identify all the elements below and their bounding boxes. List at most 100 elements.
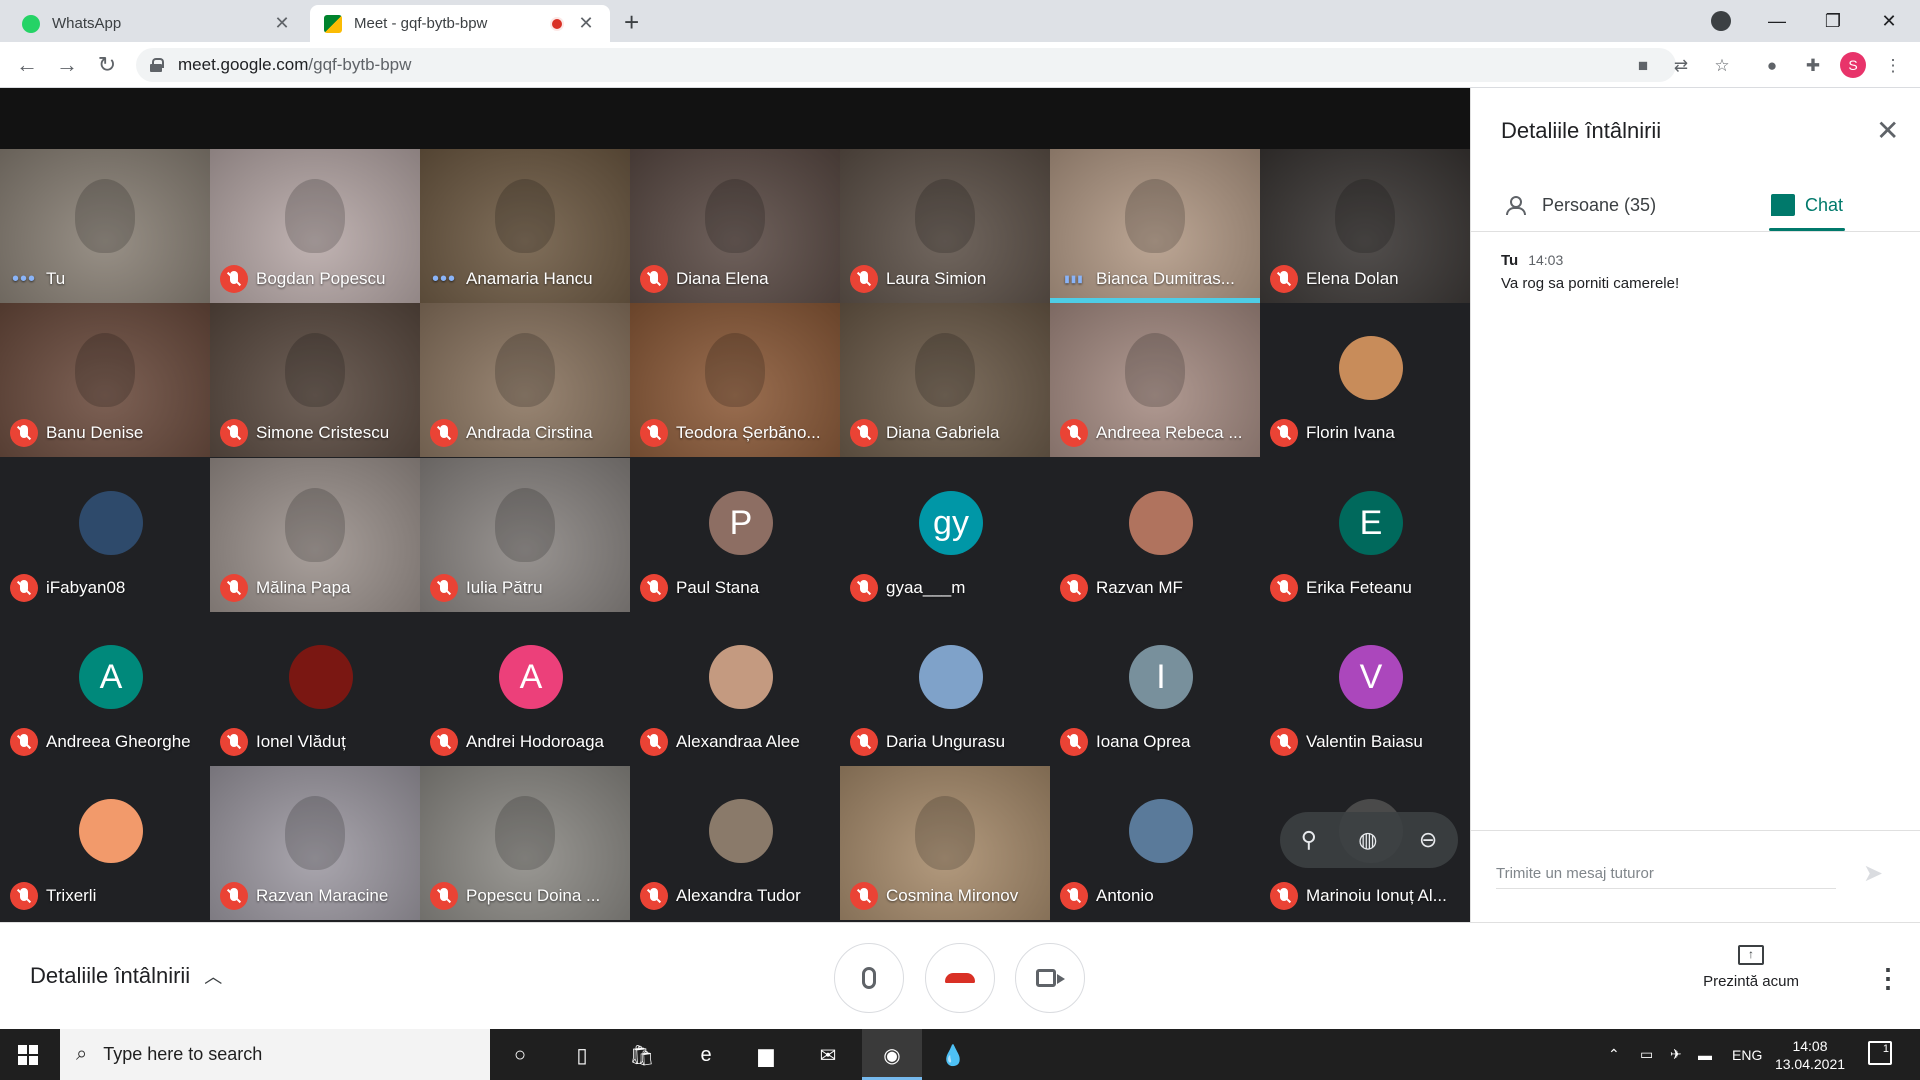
participant-tile[interactable]: ▮▮▮ Bianca Dumitras...: [1050, 149, 1260, 303]
people-icon: [1506, 196, 1532, 215]
cortana-icon[interactable]: ○: [504, 1039, 536, 1071]
camera-icon: [1036, 969, 1065, 987]
mic-off-icon: [1270, 265, 1298, 293]
tab-search-icon[interactable]: [1711, 11, 1731, 31]
participant-tile[interactable]: P Paul Stana: [630, 458, 840, 612]
camera-in-use-icon[interactable]: ■: [1632, 55, 1654, 77]
participant-tile[interactable]: Teodora Șerbăno...: [630, 303, 840, 457]
tab-chat[interactable]: Chat: [1769, 184, 1845, 231]
participant-tile[interactable]: E Erika Feteanu: [1260, 458, 1470, 612]
participant-tile[interactable]: Mălina Papa: [210, 458, 420, 612]
participant-tile[interactable]: Elena Dolan: [1260, 149, 1470, 303]
participant-tile[interactable]: Simone Cristescu: [210, 303, 420, 457]
device-icon[interactable]: ▭: [1640, 1029, 1653, 1080]
remove-icon[interactable]: ⊖: [1419, 827, 1437, 853]
minimize-button[interactable]: —: [1754, 0, 1800, 42]
mail-icon[interactable]: ✉: [812, 1039, 844, 1071]
battery-icon[interactable]: ▬: [1698, 1029, 1712, 1080]
participant-name: Andreea Rebeca ...: [1096, 423, 1243, 442]
pin-icon[interactable]: ⚲: [1301, 827, 1317, 853]
restore-button[interactable]: ❐: [1810, 0, 1856, 42]
participant-name: Elena Dolan: [1306, 269, 1399, 288]
reload-button[interactable]: ↻: [92, 50, 122, 80]
participant-tile[interactable]: Andreea Rebeca ...: [1050, 303, 1260, 457]
leave-call-button[interactable]: [925, 943, 995, 1013]
participant-tile[interactable]: A Andreea Gheorghe: [0, 612, 210, 766]
participant-tile[interactable]: Razvan Maracine: [210, 766, 420, 920]
participant-tile[interactable]: Daria Ungurasu: [840, 612, 1050, 766]
participant-tile[interactable]: Antonio: [1050, 766, 1260, 920]
participant-tile[interactable]: Iulia Pătru: [420, 458, 630, 612]
participant-avatar: [709, 799, 773, 863]
participant-tile[interactable]: Andrada Cirstina: [420, 303, 630, 457]
participant-tile[interactable]: Florin Ivana: [1260, 303, 1470, 457]
participant-tile[interactable]: V Valentin Baiasu: [1260, 612, 1470, 766]
edge-icon[interactable]: e: [690, 1039, 722, 1071]
chrome-icon[interactable]: ◉: [876, 1039, 908, 1071]
participant-tile[interactable]: Razvan MF: [1050, 458, 1260, 612]
profile-avatar[interactable]: S: [1840, 52, 1866, 78]
present-now-button[interactable]: ↑ Prezintă acum: [1690, 945, 1812, 990]
omnibox[interactable]: meet.google.com/gqf-bytb-bpw: [136, 48, 1676, 82]
participant-tile[interactable]: A Andrei Hodoroaga: [420, 612, 630, 766]
forward-button[interactable]: →: [52, 50, 82, 80]
chat-message-input[interactable]: [1496, 859, 1836, 889]
participant-tile[interactable]: Alexandraa Alee: [630, 612, 840, 766]
close-panel-icon[interactable]: ✕: [1876, 114, 1899, 147]
participant-avatar: P: [709, 491, 773, 555]
participant-tile[interactable]: gy gyaa___m: [840, 458, 1050, 612]
close-window-button[interactable]: ✕: [1866, 0, 1912, 42]
participant-tile[interactable]: Trixerli: [0, 766, 210, 920]
mic-off-icon: [1270, 574, 1298, 602]
task-view-icon[interactable]: ▯: [566, 1039, 598, 1071]
system-clock[interactable]: 14:08 13.04.2021: [1770, 1037, 1850, 1073]
file-explorer-icon[interactable]: ▆: [750, 1039, 782, 1071]
participant-tile[interactable]: Bogdan Popescu: [210, 149, 420, 303]
participant-tile[interactable]: ⚲ ◍ ⊖ Marinoiu Ionuț Al...: [1260, 766, 1470, 920]
participant-tile[interactable]: Ionel Vlăduț: [210, 612, 420, 766]
close-tab-icon[interactable]: ✕: [576, 13, 596, 34]
participant-tile[interactable]: ••• Anamaria Hancu: [420, 149, 630, 303]
close-tab-icon[interactable]: ✕: [272, 13, 292, 34]
browser-menu-icon[interactable]: ⋮: [1882, 55, 1904, 77]
notification-center-icon[interactable]: 1: [1868, 1041, 1892, 1065]
extension-circle-icon[interactable]: ●: [1761, 55, 1783, 77]
more-options-icon[interactable]: ⋮: [1875, 963, 1901, 994]
tray-overflow-icon[interactable]: ⌃: [1608, 1029, 1620, 1080]
participant-avatar: A: [79, 645, 143, 709]
camera-button[interactable]: [1015, 943, 1085, 1013]
participant-tile[interactable]: Banu Denise: [0, 303, 210, 457]
participant-tile[interactable]: Diana Gabriela: [840, 303, 1050, 457]
participant-tile[interactable]: Popescu Doina ...: [420, 766, 630, 920]
new-tab-button[interactable]: +: [624, 7, 639, 38]
microphone-button[interactable]: [834, 943, 904, 1013]
back-button[interactable]: ←: [12, 50, 42, 80]
tab-people[interactable]: Persoane (35): [1506, 184, 1656, 226]
store-icon[interactable]: 🛍: [626, 1039, 658, 1071]
bookmark-star-icon[interactable]: ☆: [1711, 55, 1733, 77]
taskbar-search[interactable]: ⌕ Type here to search: [60, 1029, 490, 1080]
video-feed: [915, 796, 975, 870]
participant-tile[interactable]: Cosmina Mironov: [840, 766, 1050, 920]
participant-tile[interactable]: iFabyan08: [0, 458, 210, 612]
participant-tile[interactable]: ••• Tu: [0, 149, 210, 303]
meet-control-bar: Detaliile întâlnirii ︿ ↑ Prezintă acum ⋮: [0, 922, 1920, 1029]
language-indicator[interactable]: ENG: [1732, 1029, 1762, 1080]
network-icon[interactable]: ✈: [1670, 1029, 1682, 1080]
meeting-details-button[interactable]: Detaliile întâlnirii ︿: [30, 963, 222, 989]
participant-tile[interactable]: Alexandra Tudor: [630, 766, 840, 920]
participant-name-tag: Antonio: [1060, 882, 1154, 910]
paint-drop-icon[interactable]: 💧: [937, 1039, 969, 1071]
participant-tile[interactable]: I Ioana Oprea: [1050, 612, 1260, 766]
mic-off-icon: [850, 265, 878, 293]
extensions-puzzle-icon[interactable]: ✚: [1802, 55, 1824, 77]
tab-whatsapp[interactable]: WhatsApp ✕: [8, 5, 306, 42]
send-icon[interactable]: ➤: [1863, 859, 1893, 889]
participant-tile[interactable]: Diana Elena: [630, 149, 840, 303]
participant-name: Diana Elena: [676, 269, 769, 288]
tab-meet[interactable]: Meet - gqf-bytb-bpw ✕: [310, 5, 610, 42]
participant-tile[interactable]: Laura Simion: [840, 149, 1050, 303]
translate-icon[interactable]: ⇄: [1670, 55, 1692, 77]
video-feed: [285, 488, 345, 562]
windows-start-icon[interactable]: [18, 1045, 38, 1065]
